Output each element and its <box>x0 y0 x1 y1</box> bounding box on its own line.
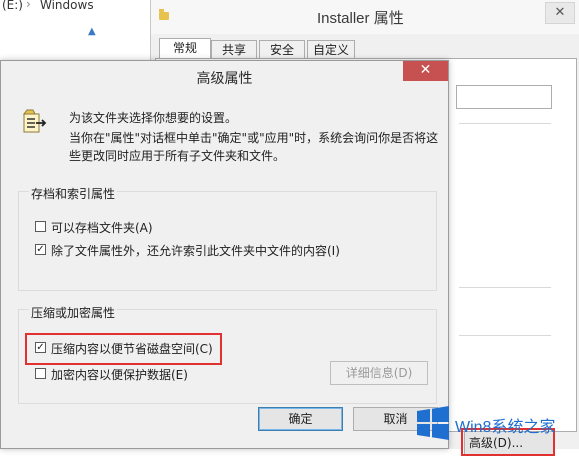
properties-close-button[interactable]: ✕ <box>545 2 575 24</box>
index-label: 除了文件属性外，还允许索引此文件夹中文件的内容(I) <box>51 244 340 258</box>
archive-index-group <box>18 191 437 291</box>
details-button[interactable]: 详细信息(D) <box>330 361 428 385</box>
archive-group-title: 存档和索引属性 <box>29 185 118 202</box>
watermark-text: Win8系统之家 <box>455 419 556 436</box>
tab-customize[interactable]: 自定义 <box>307 40 355 59</box>
folder-icon <box>159 9 169 20</box>
divider <box>459 335 551 336</box>
divider <box>459 287 551 288</box>
intro-text: 为该文件夹选择你想要的设置。 <box>69 111 238 125</box>
dialog-title: 高级属性 <box>196 71 253 87</box>
tab-security[interactable]: 安全 <box>259 40 305 59</box>
encrypt-label: 加密内容以便保护数据(E) <box>51 368 188 382</box>
breadcrumb-folder[interactable]: Windows <box>40 0 94 12</box>
archive-checkbox[interactable] <box>35 221 46 232</box>
ok-button[interactable]: 确定 <box>258 407 343 431</box>
dialog-close-button[interactable]: ✕ <box>403 61 448 81</box>
encrypt-checkbox[interactable] <box>35 368 46 379</box>
intro-text: 当你在"属性"对话框中单击"确定"或"应用"时，系统会询问你是否将这 <box>69 131 439 145</box>
advanced-attributes-dialog: 高级属性 ✕ 为该文件夹选择你想要的设置。 当你在"属性"对话框中单击"确定"或… <box>0 60 449 449</box>
compress-group-title: 压缩或加密属性 <box>29 304 118 321</box>
properties-title: Installer 属性 <box>317 10 404 27</box>
tab-sharing[interactable]: 共享 <box>211 40 257 59</box>
compress-highlight <box>25 333 222 365</box>
properties-titlebar: Installer 属性 ✕ <box>151 0 579 34</box>
intro-text: 些更改同时应用于所有子文件夹和文件。 <box>69 149 286 163</box>
dialog-titlebar: 高级属性 ✕ <box>1 61 448 91</box>
divider <box>459 123 551 124</box>
windows-logo-icon <box>417 406 449 440</box>
folder-properties-icon <box>23 109 47 133</box>
explorer-breadcrumb: (E:) › Windows <box>0 0 150 14</box>
breadcrumb-separator-icon: › <box>26 0 31 11</box>
collapse-arrow-icon[interactable]: ▲ <box>88 26 96 37</box>
breadcrumb-drive[interactable]: (E:) <box>2 0 23 12</box>
folder-name-field[interactable] <box>456 85 552 109</box>
index-checkbox[interactable]: ✓ <box>35 244 46 255</box>
archive-label: 可以存档文件夹(A) <box>51 221 153 235</box>
tab-general[interactable]: 常规 <box>159 38 211 59</box>
